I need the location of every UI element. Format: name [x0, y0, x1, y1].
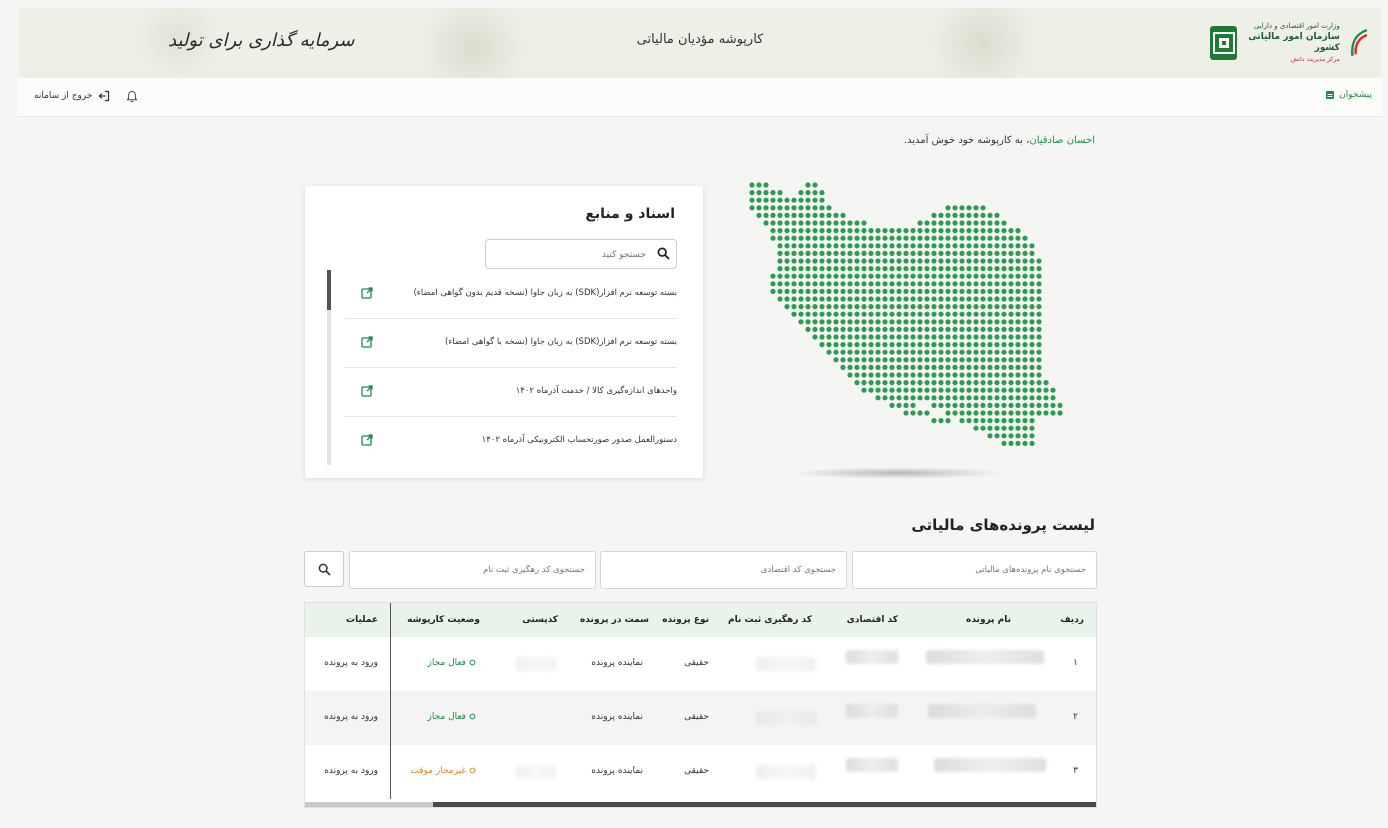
documents-resources-card: اسناد و منابع بسته توسعه نرم افزار(SDK) … [305, 186, 703, 478]
column-header[interactable]: وضعیت کارپوشه [407, 615, 480, 625]
table-row[interactable]: ۱ حقیقی نماینده پرونده فعال مجاز ورود به… [305, 637, 1096, 691]
document-item[interactable]: واحدهای اندازه‌گیری کالا / خدمت آذرماه ۱… [345, 368, 677, 417]
document-item[interactable]: دستورالعمل صدور صورتحساب الکترونیکی آذرم… [345, 417, 677, 465]
map-shadow [790, 467, 1005, 479]
document-label[interactable]: دستورالعمل صدور صورتحساب الکترونیکی آذرم… [482, 435, 677, 445]
document-item[interactable]: بسته توسعه نرم افزار(SDK) به زبان جاوا (… [345, 270, 677, 319]
postal-code-redacted [516, 657, 556, 671]
column-header[interactable]: کد اقتصادی [847, 615, 898, 625]
economic-code-redacted [846, 650, 898, 664]
table-row[interactable]: ۲ حقیقی نماینده پرونده فعال مجاز ورود به… [305, 691, 1096, 745]
operations-column-divider [390, 603, 391, 799]
user-name[interactable]: احسان صادقیان [1029, 135, 1095, 146]
welcome-message: احسان صادقیان، به کارپوشه خود خوش آمدید. [904, 135, 1095, 146]
iran-dotted-map [749, 182, 1063, 446]
file-name-redacted [928, 704, 1036, 718]
documents-search-input[interactable] [494, 245, 648, 265]
tax-files-title: لیست پرونده‌های مالیاتی [911, 516, 1095, 534]
tracking-code-search-input[interactable] [350, 552, 595, 588]
file-role: نماینده پرونده [591, 766, 643, 776]
page-title: کارپوشه مؤدیان مالیاتی [636, 32, 764, 47]
filter-file-name[interactable] [852, 551, 1097, 589]
documents-scrollbar-thumb[interactable] [327, 270, 331, 310]
notification-bell-icon[interactable] [126, 90, 138, 103]
file-name-redacted [926, 650, 1044, 664]
document-label[interactable]: بسته توسعه نرم افزار(SDK) به زبان جاوا (… [445, 337, 677, 347]
document-label[interactable]: واحدهای اندازه‌گیری کالا / خدمت آذرماه ۱… [516, 386, 677, 396]
row-index: ۳ [1073, 766, 1078, 776]
search-icon [318, 563, 331, 576]
table-row[interactable]: ۳ حقیقی نماینده پرونده غیرمجاز موقت ورود… [305, 745, 1096, 799]
enter-file-link[interactable]: ورود به پرونده [324, 658, 378, 668]
economic-code-search-input[interactable] [601, 552, 846, 588]
tracking-code-redacted [756, 657, 816, 671]
documents-scrollbar[interactable] [327, 270, 331, 465]
dashboard-icon [1326, 91, 1335, 99]
external-link-icon[interactable] [361, 434, 373, 446]
filter-tracking-code[interactable] [349, 551, 596, 589]
welcome-text: ، به کارپوشه خود خوش آمدید. [903, 135, 1030, 146]
column-header[interactable]: نوع پرونده [662, 615, 709, 625]
emblem-icon [1210, 26, 1238, 60]
enter-file-link[interactable]: ورود به پرونده [324, 766, 378, 776]
column-header[interactable]: کدپستی [522, 615, 558, 625]
economic-code-redacted [846, 758, 898, 772]
status-badge: غیرمجاز موقت [410, 766, 476, 776]
logout-link[interactable]: خروج از سامانه [34, 90, 110, 102]
logout-icon [99, 90, 110, 102]
documents-title: اسناد و منابع [585, 206, 675, 222]
search-icon[interactable] [657, 247, 670, 260]
file-type: حقیقی [684, 712, 709, 722]
file-type: حقیقی [684, 658, 709, 668]
filter-economic-code[interactable] [600, 551, 847, 589]
dashboard-link[interactable]: پیشخوان [1325, 90, 1372, 100]
column-header[interactable]: سمت در پرونده [580, 615, 649, 625]
file-type: حقیقی [684, 766, 709, 776]
external-link-icon[interactable] [361, 385, 373, 397]
file-name-redacted [934, 758, 1046, 772]
organization-logo[interactable]: وزارت امور اقتصادی و دارایی سازمان امور … [1210, 18, 1370, 68]
column-header[interactable]: عملیات [346, 615, 378, 625]
tracking-code-redacted [756, 711, 816, 725]
top-navigation-bar: پیشخوان خروج از سامانه [18, 78, 1382, 117]
files-search-button[interactable] [304, 551, 344, 587]
table-horizontal-scrollbar[interactable] [305, 802, 1096, 807]
table-scrollbar-thumb[interactable] [433, 802, 1096, 807]
file-role: نماینده پرونده [591, 712, 643, 722]
enter-file-link[interactable]: ورود به پرونده [324, 712, 378, 722]
status-dot-icon [469, 767, 476, 774]
column-header[interactable]: نام پرونده [966, 615, 1011, 625]
external-link-icon[interactable] [361, 287, 373, 299]
documents-search-box[interactable] [485, 239, 677, 269]
logout-label: خروج از سامانه [34, 91, 93, 101]
file-role: نماینده پرونده [591, 658, 643, 668]
row-index: ۱ [1073, 658, 1078, 668]
document-item[interactable]: بسته توسعه نرم افزار(SDK) به زبان جاوا (… [345, 319, 677, 368]
external-link-icon[interactable] [361, 336, 373, 348]
status-badge: فعال مجاز [427, 658, 476, 668]
postal-code-redacted [516, 765, 556, 779]
status-dot-icon [469, 713, 476, 720]
table-header: ردیف نام پرونده کد اقتصادی کد رهگیری ثبت… [305, 603, 1096, 637]
site-header: سرمایه گذاری برای تولید کارپوشه مؤدیان م… [18, 8, 1382, 78]
column-header[interactable]: کد رهگیری ثبت نام [728, 615, 812, 625]
economic-code-redacted [846, 704, 898, 718]
file-name-search-input[interactable] [853, 552, 1096, 588]
tracking-code-redacted [756, 765, 816, 779]
column-header[interactable]: ردیف [1060, 615, 1084, 625]
status-badge: فعال مجاز [427, 712, 476, 722]
tax-files-table: ردیف نام پرونده کد اقتصادی کد رهگیری ثبت… [304, 602, 1097, 808]
dashboard-label: پیشخوان [1339, 90, 1372, 100]
status-dot-icon [469, 659, 476, 666]
document-label[interactable]: بسته توسعه نرم افزار(SDK) به زبان جاوا (… [413, 288, 677, 298]
flag-swoosh-icon [1350, 28, 1368, 56]
logo-text: وزارت امور اقتصادی و دارایی سازمان امور … [1248, 22, 1340, 63]
row-index: ۲ [1073, 712, 1078, 722]
